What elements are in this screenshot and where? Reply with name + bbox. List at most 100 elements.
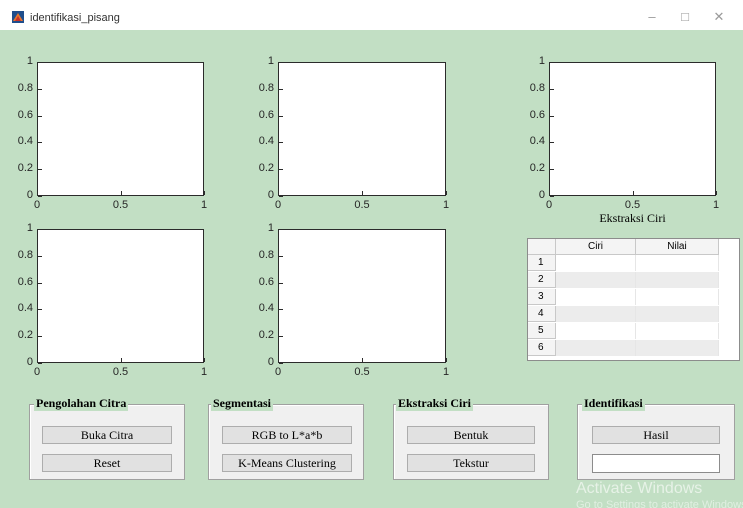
hasil-output-field[interactable] (592, 454, 720, 473)
row-header[interactable]: 6 (528, 340, 556, 356)
table-cell-nilai[interactable] (636, 255, 719, 271)
x-tick-label: 1 (712, 199, 720, 211)
axes-plot-area (37, 229, 204, 363)
y-tick-mark (279, 229, 283, 230)
window-title: identifikasi_pisang (30, 12, 120, 24)
x-tick-mark (278, 191, 279, 195)
y-tick-mark (550, 89, 554, 90)
y-tick-mark (38, 229, 42, 230)
x-tick-mark (362, 191, 363, 195)
x-tick-mark (37, 191, 38, 195)
rgb-to-lab-button[interactable]: RGB to L*a*b (222, 426, 352, 444)
row-header[interactable]: 4 (528, 306, 556, 322)
y-tick-mark (550, 62, 554, 63)
y-tick-mark (38, 363, 42, 364)
y-tick-label: 0.4 (258, 302, 274, 315)
x-tick-label: 0.5 (354, 366, 370, 378)
row-header[interactable]: 2 (528, 272, 556, 288)
y-tick-label: 0.2 (17, 329, 33, 342)
y-tick-label: 0.8 (17, 81, 33, 94)
y-tick-mark (38, 336, 42, 337)
y-tick-label: 0.4 (258, 135, 274, 148)
maximize-button[interactable]: □ (670, 6, 700, 28)
y-tick-label: 0.6 (17, 275, 33, 288)
x-tick-mark (362, 358, 363, 362)
tekstur-button[interactable]: Tekstur (407, 454, 535, 472)
column-header-ciri[interactable]: Ciri (556, 239, 636, 255)
table-cell-ciri[interactable] (556, 340, 636, 356)
bentuk-button[interactable]: Bentuk (407, 426, 535, 444)
x-tick-mark (446, 191, 447, 195)
y-tick-mark (38, 62, 42, 63)
column-header-nilai[interactable]: Nilai (636, 239, 719, 255)
y-tick-mark (279, 196, 283, 197)
y-tick-mark (38, 142, 42, 143)
panel-title: Segmentasi (211, 396, 273, 411)
y-tick-label: 0.4 (17, 135, 33, 148)
activation-watermark-hint: Go to Settings to activate Windows. (576, 499, 743, 508)
table-cell-nilai[interactable] (636, 306, 719, 322)
y-tick-label: 1 (267, 222, 274, 234)
y-tick-mark (38, 89, 42, 90)
table-cell-nilai[interactable] (636, 272, 719, 288)
y-tick-label: 0.8 (258, 248, 274, 261)
y-tick-mark (279, 62, 283, 63)
features-table[interactable]: Ciri Nilai 123456 (527, 238, 740, 361)
matlab-icon (12, 11, 24, 23)
y-tick-mark (38, 196, 42, 197)
x-tick-label: 1 (200, 199, 208, 211)
table-cell-ciri[interactable] (556, 289, 636, 305)
close-button[interactable]: ✕ (704, 6, 734, 28)
table-cell-nilai[interactable] (636, 323, 719, 339)
y-tick-mark (279, 309, 283, 310)
x-tick-mark (204, 358, 205, 362)
x-tick-label: 1 (442, 199, 450, 211)
y-tick-label: 0.2 (258, 329, 274, 342)
table-cell-ciri[interactable] (556, 255, 636, 271)
minimize-button[interactable]: – (637, 6, 667, 28)
y-tick-mark (279, 116, 283, 117)
x-tick-label: 0.5 (112, 199, 129, 211)
table-cell-ciri[interactable] (556, 306, 636, 322)
row-header[interactable]: 5 (528, 323, 556, 339)
table-cell-nilai[interactable] (636, 289, 719, 305)
table-cell-ciri[interactable] (556, 272, 636, 288)
y-tick-mark (550, 169, 554, 170)
panel-pengolahan-citra: Pengolahan Citra Buka Citra Reset (29, 396, 185, 480)
y-tick-mark (550, 196, 554, 197)
buka-citra-button[interactable]: Buka Citra (42, 426, 172, 444)
panel-title: Pengolahan Citra (34, 396, 129, 411)
y-tick-label: 0.6 (529, 108, 545, 121)
y-tick-label: 1 (538, 55, 545, 67)
hasil-button[interactable]: Hasil (592, 426, 720, 444)
x-tick-mark (278, 358, 279, 362)
y-tick-label: 0.2 (17, 162, 33, 175)
axes-plot-area (37, 62, 204, 196)
x-tick-label: 0.5 (354, 199, 370, 211)
table-corner-header (528, 239, 556, 255)
y-tick-label: 1 (267, 55, 274, 67)
row-header[interactable]: 3 (528, 289, 556, 305)
axes-plot-area (278, 62, 446, 196)
reset-button[interactable]: Reset (42, 454, 172, 472)
y-tick-label: 0.4 (529, 135, 545, 148)
y-tick-mark (38, 309, 42, 310)
panel-title: Ekstraksi Ciri (396, 396, 474, 411)
kmeans-clustering-button[interactable]: K-Means Clustering (222, 454, 352, 472)
y-tick-mark (279, 142, 283, 143)
y-tick-mark (279, 256, 283, 257)
title-bar: identifikasi_pisang – □ ✕ (0, 0, 743, 30)
panel-ekstraksi-ciri: Ekstraksi Ciri Bentuk Tekstur (393, 396, 549, 480)
y-tick-label: 1 (26, 222, 33, 234)
table-cell-ciri[interactable] (556, 323, 636, 339)
x-tick-label: 0 (33, 366, 41, 378)
y-tick-label: 0.8 (17, 248, 33, 261)
panel-title: Identifikasi (582, 396, 645, 411)
panel-identifikasi: Identifikasi Hasil (577, 396, 735, 480)
x-tick-mark (633, 191, 634, 195)
x-tick-label: 1 (442, 366, 450, 378)
row-header[interactable]: 1 (528, 255, 556, 271)
y-tick-label: 0.6 (258, 275, 274, 288)
y-tick-label: 0.2 (529, 162, 545, 175)
table-cell-nilai[interactable] (636, 340, 719, 356)
